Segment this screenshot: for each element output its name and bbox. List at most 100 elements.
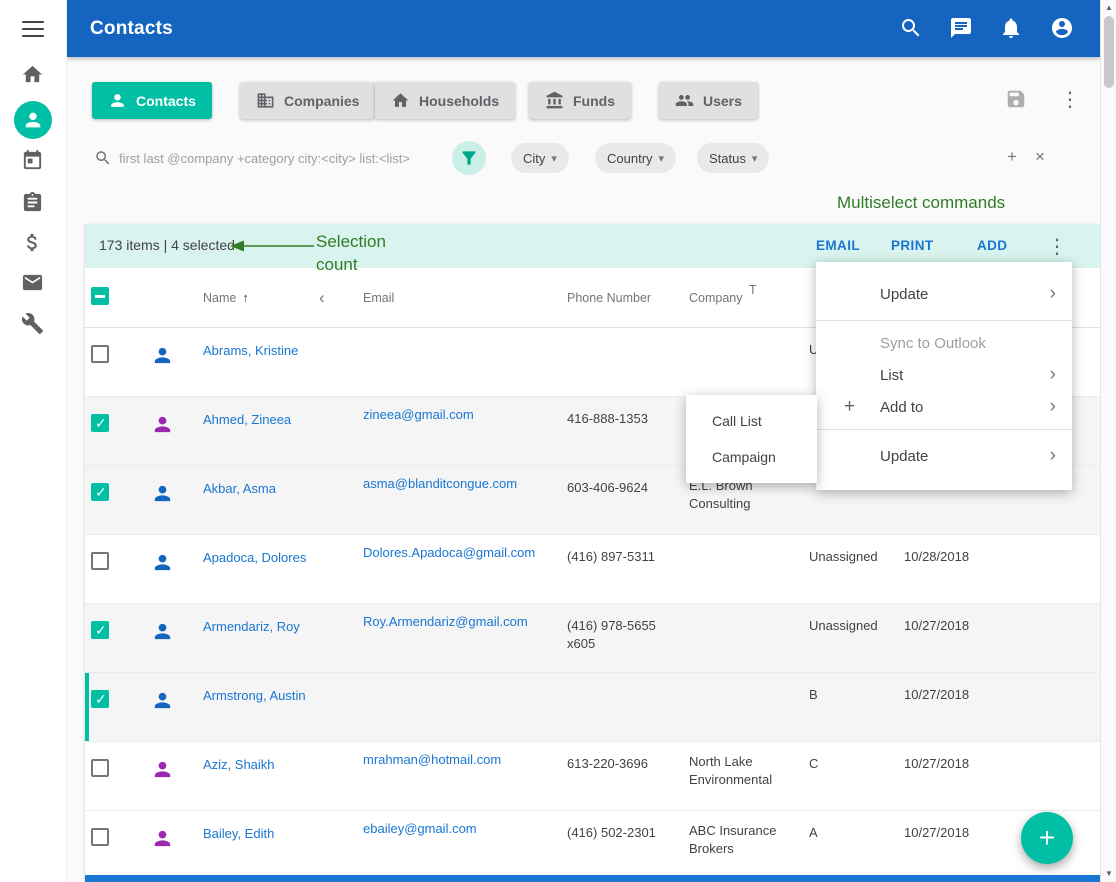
table-row[interactable]: Armendariz, Roy Roy.Armendariz@gmail.com… <box>85 604 1100 673</box>
contact-email-link[interactable]: zineea@gmail.com <box>363 405 474 424</box>
scroll-up-arrow[interactable]: ▲ <box>1101 3 1116 12</box>
filter-chip-status[interactable]: Status▾ <box>697 143 769 173</box>
print-button[interactable]: PRINT <box>891 238 934 253</box>
menu-item-list[interactable]: List› <box>816 359 1072 391</box>
tab-contacts[interactable]: Contacts <box>92 82 212 119</box>
search-icon <box>94 149 112 167</box>
menu-item-update[interactable]: Update› <box>816 274 1072 314</box>
column-header-phone[interactable]: Phone Number <box>561 291 683 305</box>
row-checkbox[interactable] <box>91 345 109 363</box>
contact-date: 10/27/2018 <box>898 673 1100 704</box>
close-icon: × <box>1035 147 1045 166</box>
add-to-submenu: Call List Campaign <box>686 395 817 483</box>
messages-button[interactable] <box>949 16 973 40</box>
contact-email-link[interactable]: asma@blanditcongue.com <box>363 474 517 493</box>
contact-name-link[interactable]: Akbar, Asma <box>203 479 276 498</box>
tab-companies[interactable]: Companies <box>240 82 375 119</box>
contact-email-link[interactable]: Roy.Armendariz@gmail.com <box>363 612 528 631</box>
row-checkbox[interactable] <box>91 690 109 708</box>
filter-chip-country[interactable]: Country▾ <box>595 143 676 173</box>
vertical-scrollbar-thumb[interactable] <box>1104 16 1114 88</box>
contact-phone <box>561 328 683 341</box>
person-avatar-icon <box>151 827 174 850</box>
menu-item-add-to[interactable]: +Add to› <box>816 391 1072 423</box>
add-contact-fab[interactable]: + <box>1021 812 1073 864</box>
row-checkbox[interactable] <box>91 414 109 432</box>
clipboard-icon <box>21 191 44 214</box>
sidebar-item-calendar[interactable] <box>21 149 44 172</box>
home-icon <box>21 63 44 86</box>
menu-item-sync-to-outlook[interactable]: Sync to Outlook <box>816 327 1072 359</box>
contact-email-link[interactable]: ebailey@gmail.com <box>363 819 477 838</box>
sidebar-item-tasks[interactable] <box>21 191 44 214</box>
contact-name-link[interactable]: Ahmed, Zineea <box>203 410 291 429</box>
sidebar-item-email[interactable] <box>21 271 44 294</box>
contact-category: C <box>803 742 898 773</box>
column-header-email[interactable]: Email <box>357 291 561 305</box>
row-checkbox[interactable] <box>91 483 109 501</box>
tab-households[interactable]: Households <box>375 82 515 119</box>
contact-phone: (416) 897-5311 <box>561 535 683 566</box>
hamburger-menu-button[interactable] <box>22 21 44 37</box>
view-options-button[interactable]: ⋮ <box>1060 88 1080 112</box>
multiselect-commands-button[interactable]: ⋮ <box>1047 235 1067 259</box>
vertical-scrollbar[interactable]: ▲ ▼ <box>1100 0 1116 882</box>
kebab-icon: ⋮ <box>1047 236 1067 258</box>
row-checkbox[interactable] <box>91 759 109 777</box>
column-header-truncated: T <box>749 283 757 297</box>
contact-company <box>683 673 803 684</box>
table-row[interactable]: Bailey, Edith ebailey@gmail.com (416) 50… <box>85 811 1100 880</box>
save-view-button[interactable] <box>1005 88 1027 110</box>
chevron-right-icon: › <box>1050 283 1072 305</box>
column-header-name[interactable]: Name↑ <box>197 290 313 305</box>
person-avatar-icon <box>151 344 174 367</box>
contact-name-link[interactable]: Armstrong, Austin <box>203 686 306 705</box>
table-row[interactable]: Apadoca, Dolores Dolores.Apadoca@gmail.c… <box>85 535 1100 604</box>
contact-email-link[interactable]: Dolores.Apadoca@gmail.com <box>363 543 535 562</box>
menu-divider <box>816 320 1072 321</box>
notifications-button[interactable] <box>999 16 1023 40</box>
contact-company <box>683 535 803 546</box>
sidebar-item-settings[interactable] <box>21 312 44 335</box>
account-button[interactable] <box>1050 16 1074 40</box>
contact-name-link[interactable]: Abrams, Kristine <box>203 341 298 360</box>
search-button[interactable] <box>899 16 923 40</box>
horizontal-scrollbar-thumb[interactable] <box>85 875 1100 882</box>
contact-phone: (416) 502-2301 <box>561 811 683 842</box>
add-button[interactable]: ADD <box>977 238 1007 253</box>
add-filter-button[interactable]: + <box>1007 147 1017 167</box>
kebab-icon: ⋮ <box>1060 88 1080 112</box>
caret-down-icon: ▾ <box>752 152 758 165</box>
row-checkbox[interactable] <box>91 621 109 639</box>
menu-item-campaign[interactable]: Campaign <box>686 439 817 475</box>
person-avatar-icon <box>151 482 174 505</box>
select-all-checkbox[interactable] <box>91 287 109 305</box>
filter-chip-city[interactable]: City▾ <box>511 143 569 173</box>
table-row[interactable]: Armstrong, Austin B 10/27/2018 <box>85 673 1100 742</box>
plus-icon: + <box>816 396 880 418</box>
tab-users[interactable]: Users <box>659 82 758 119</box>
menu-item-call-list[interactable]: Call List <box>686 403 817 439</box>
contact-name-link[interactable]: Apadoca, Dolores <box>203 548 306 567</box>
contact-name-link[interactable]: Bailey, Edith <box>203 824 274 843</box>
search-input[interactable] <box>119 144 479 172</box>
row-checkbox[interactable] <box>91 828 109 846</box>
home-icon <box>391 91 410 110</box>
scroll-down-arrow[interactable]: ▼ <box>1101 869 1116 878</box>
table-row[interactable]: Aziz, Shaikh mrahman@hotmail.com 613-220… <box>85 742 1100 811</box>
clear-filters-button[interactable]: × <box>1035 147 1045 167</box>
sidebar-item-opportunities[interactable] <box>21 231 44 254</box>
tab-funds[interactable]: Funds <box>529 82 631 119</box>
contact-name-link[interactable]: Armendariz, Roy <box>203 617 300 636</box>
bell-icon <box>999 16 1023 40</box>
menu-item-update-2[interactable]: Update› <box>816 436 1072 476</box>
collapse-column-button[interactable]: ‹ <box>313 288 357 308</box>
column-header-company[interactable]: CompanyT <box>683 291 803 305</box>
sidebar-item-contacts-active[interactable] <box>14 101 52 139</box>
sidebar-item-home[interactable] <box>21 63 44 86</box>
contact-email-link[interactable]: mrahman@hotmail.com <box>363 750 501 769</box>
email-button[interactable]: EMAIL <box>816 238 860 253</box>
filter-button[interactable] <box>452 141 486 175</box>
row-checkbox[interactable] <box>91 552 109 570</box>
contact-name-link[interactable]: Aziz, Shaikh <box>203 755 275 774</box>
